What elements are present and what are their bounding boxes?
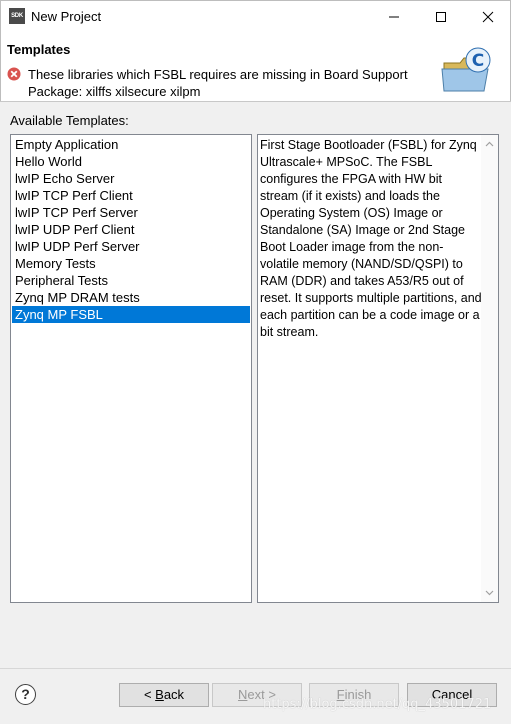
footer-separator — [0, 668, 511, 669]
header-separator — [0, 101, 511, 102]
minimize-icon — [389, 16, 399, 18]
template-item[interactable]: lwIP UDP Perf Client — [12, 221, 250, 238]
error-icon — [7, 67, 21, 81]
template-item[interactable]: lwIP Echo Server — [12, 170, 250, 187]
page-title: Templates — [7, 42, 71, 57]
next-accelerator: N — [238, 687, 248, 702]
back-button[interactable]: < Back — [119, 683, 209, 707]
template-item[interactable]: Peripheral Tests — [12, 272, 250, 289]
maximize-button[interactable] — [418, 1, 464, 32]
error-message: These libraries which FSBL requires are … — [28, 67, 408, 99]
description-scrollbar[interactable] — [481, 135, 498, 602]
scroll-down-icon[interactable] — [485, 588, 494, 597]
help-icon[interactable]: ? — [15, 684, 36, 705]
svg-text:C: C — [472, 51, 484, 71]
minimize-button[interactable] — [371, 1, 417, 32]
close-icon — [482, 11, 494, 23]
template-item[interactable]: lwIP TCP Perf Client — [12, 187, 250, 204]
back-prefix: < — [143, 687, 156, 702]
template-item-selected[interactable]: Zynq MP FSBL — [12, 306, 250, 323]
maximize-icon — [436, 12, 446, 22]
new-project-folder-icon: C — [441, 47, 491, 92]
template-list[interactable]: Empty Application Hello World lwIP Echo … — [10, 134, 252, 603]
window-title: New Project — [31, 9, 102, 24]
template-item[interactable]: Memory Tests — [12, 255, 250, 272]
back-accelerator: B — [155, 687, 164, 702]
title-bar: SDK New Project — [0, 0, 511, 31]
template-description-box: First Stage Bootloader (FSBL) for Zynq U… — [257, 134, 499, 603]
wizard-header: Templates These libraries which FSBL req… — [0, 31, 511, 101]
watermark: https://blog.csdn.net/qq_43501721 — [263, 697, 492, 712]
template-item[interactable]: lwIP UDP Perf Server — [12, 238, 250, 255]
back-label: ack — [163, 687, 185, 702]
template-item[interactable]: Zynq MP DRAM tests — [12, 289, 250, 306]
template-description: First Stage Bootloader (FSBL) for Zynq U… — [260, 138, 482, 339]
template-item[interactable]: Empty Application — [12, 136, 250, 153]
scroll-up-icon[interactable] — [485, 140, 494, 149]
sdk-app-icon: SDK — [9, 8, 25, 24]
template-item[interactable]: lwIP TCP Perf Server — [12, 204, 250, 221]
close-button[interactable] — [465, 1, 511, 32]
available-templates-label: Available Templates: — [10, 113, 129, 128]
template-item[interactable]: Hello World — [12, 153, 250, 170]
